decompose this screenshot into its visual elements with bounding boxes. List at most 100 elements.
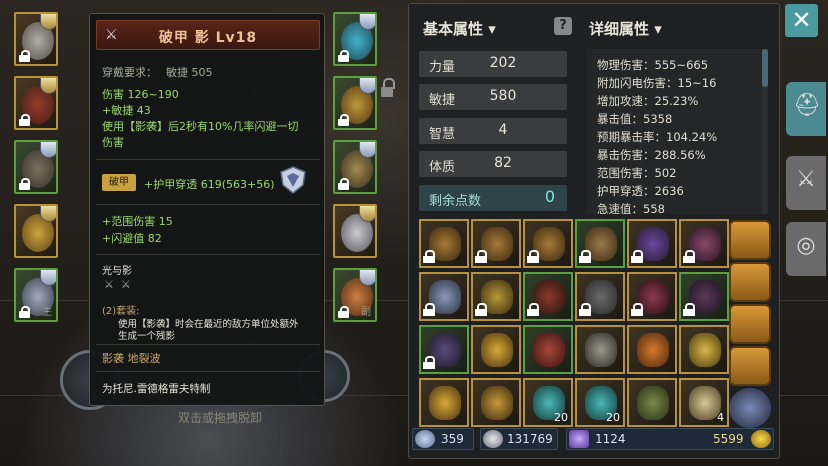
detail-line: 附加闪电伤害：15~16 xyxy=(597,76,717,90)
made-for: 为托尼.雷德格雷夫特制 xyxy=(102,383,211,395)
tab-skills[interactable]: ⚔ xyxy=(786,156,826,210)
inventory-slot[interactable] xyxy=(523,325,573,374)
unequip-hint: 双击或拖拽脱卸 xyxy=(178,411,263,425)
chest-icon[interactable] xyxy=(729,220,771,260)
equip-slot-shoulders[interactable] xyxy=(333,12,377,66)
stat-wisdom: 智慧 4 xyxy=(419,118,567,144)
chest-icon[interactable] xyxy=(729,262,771,302)
ring-icon xyxy=(481,386,513,420)
item-tooltip: ⚔ 破甲 影 Lv18 穿戴要求： 敏捷 505 伤害 126~190 +敏捷 … xyxy=(89,13,395,406)
detail-line: 暴击值：5358 xyxy=(597,112,673,126)
stat-agility: 敏捷 580 xyxy=(419,84,567,110)
detail-scrollbar[interactable] xyxy=(762,49,768,214)
close-button[interactable]: ✕ xyxy=(785,4,818,37)
help-icon[interactable]: ? xyxy=(554,17,572,35)
effect-line: 使用【影袭】后2秒有10%几率闪避一切 xyxy=(102,120,299,133)
agility-bonus: +敏捷 43 xyxy=(102,104,151,117)
inventory-slot[interactable] xyxy=(419,219,469,268)
inventory-slot[interactable] xyxy=(627,325,677,374)
equip-slot-off-hand[interactable]: 副 xyxy=(333,268,377,322)
detail-attr-header[interactable]: 详细属性 ▾ xyxy=(589,18,662,39)
quality-badge-icon xyxy=(359,270,375,286)
aoe-line: +范围伤害 15 xyxy=(102,215,173,228)
equip-slot-legs[interactable] xyxy=(14,140,58,194)
set-piece-icon: ⚔ ⚔ xyxy=(104,278,131,291)
inventory-grid: 20 20 4 xyxy=(419,219,731,427)
skills-line: 影袭 地裂波 xyxy=(102,352,161,365)
lock-icon xyxy=(423,356,435,369)
inventory-slot[interactable] xyxy=(471,378,521,427)
inventory-slot[interactable] xyxy=(627,272,677,321)
target-icon: ◎ xyxy=(796,233,816,258)
slot-char-main: 主 xyxy=(42,307,52,318)
detail-line: 增加攻速：25.23% xyxy=(597,94,699,108)
lock-icon xyxy=(19,50,30,62)
amulet-icon xyxy=(637,333,669,367)
inventory-slot[interactable] xyxy=(471,219,521,268)
equip-slot-ring2[interactable] xyxy=(333,204,377,258)
detail-attributes[interactable]: 物理伤害：555~665 附加闪电伤害：15~16 增加攻速：25.23% 暴击… xyxy=(587,49,763,214)
inventory-slot[interactable] xyxy=(523,219,573,268)
equip-slot-chest[interactable] xyxy=(14,76,58,130)
lock-icon xyxy=(338,178,349,190)
lock-icon xyxy=(423,250,435,263)
equip-slot-boots[interactable] xyxy=(333,140,377,194)
effect-line: 伤害 xyxy=(102,136,124,149)
inventory-slot[interactable] xyxy=(679,325,729,374)
axe-icon xyxy=(585,333,617,367)
lock-icon xyxy=(579,250,591,263)
inventory-slot[interactable] xyxy=(679,219,729,268)
item-count: 20 xyxy=(554,411,568,424)
inventory-slot[interactable] xyxy=(575,219,625,268)
equip-slot-ring[interactable] xyxy=(14,204,58,258)
chest-icon[interactable] xyxy=(729,304,771,344)
item-title: 破甲 影 Lv18 xyxy=(158,30,258,46)
chest-icon[interactable] xyxy=(729,346,771,386)
quality-badge-icon xyxy=(40,142,56,158)
equip-slot-helmet[interactable] xyxy=(14,12,58,66)
inventory-slot[interactable] xyxy=(471,325,521,374)
requirement-label: 穿戴要求： xyxy=(102,66,157,79)
quality-badge-icon xyxy=(359,142,375,158)
lock-icon xyxy=(527,303,539,316)
tab-settings[interactable]: ◎ xyxy=(786,222,826,276)
basic-attr-header[interactable]: 基本属性 ▾ xyxy=(423,18,496,39)
lock-icon xyxy=(475,303,487,316)
equip-slot-gloves[interactable] xyxy=(333,76,377,130)
divider xyxy=(96,254,320,255)
lock-icon xyxy=(579,303,591,316)
detail-line: 急速值：558 xyxy=(597,202,665,214)
inventory-slot[interactable] xyxy=(419,272,469,321)
pet-icon[interactable] xyxy=(729,388,771,428)
lock-icon xyxy=(475,250,487,263)
inventory-slot[interactable] xyxy=(575,272,625,321)
lock-icon xyxy=(19,114,30,126)
inventory-slot[interactable] xyxy=(419,378,469,427)
set-desc: 生成一个残影 xyxy=(118,331,176,342)
silver-icon xyxy=(483,430,503,448)
lock-icon xyxy=(338,114,349,126)
slot-char-off: 副 xyxy=(361,307,371,318)
inventory-slot[interactable] xyxy=(679,272,729,321)
inventory-slot[interactable] xyxy=(471,272,521,321)
inventory-slot[interactable]: 4 xyxy=(679,378,729,427)
inventory-slot[interactable] xyxy=(523,272,573,321)
stats-panel: 基本属性 ▾ ? 详细属性 ▾ 力量 202 敏捷 580 智慧 4 体质 82 剩余点… xyxy=(408,3,780,459)
lock-icon xyxy=(338,306,349,318)
inventory-slot[interactable] xyxy=(575,325,625,374)
padlock-icon[interactable] xyxy=(381,78,395,98)
inventory-slot[interactable]: 20 xyxy=(523,378,573,427)
inventory-slot[interactable] xyxy=(627,219,677,268)
equip-slot-main-hand[interactable]: 主 xyxy=(14,268,58,322)
lock-icon xyxy=(423,303,435,316)
divider xyxy=(96,204,320,205)
currency-gems-gold: 1124 5599 xyxy=(566,428,774,450)
inventory-slot[interactable] xyxy=(627,378,677,427)
inventory-slot[interactable]: 20 xyxy=(575,378,625,427)
claw-icon: ⚔ xyxy=(796,167,816,192)
lock-icon xyxy=(19,178,30,190)
currency-crystals: 359 xyxy=(412,428,474,450)
inventory-slot[interactable] xyxy=(419,325,469,374)
stat-constitution: 体质 82 xyxy=(419,151,567,177)
tab-equipment[interactable]: ⛑ xyxy=(786,82,826,136)
